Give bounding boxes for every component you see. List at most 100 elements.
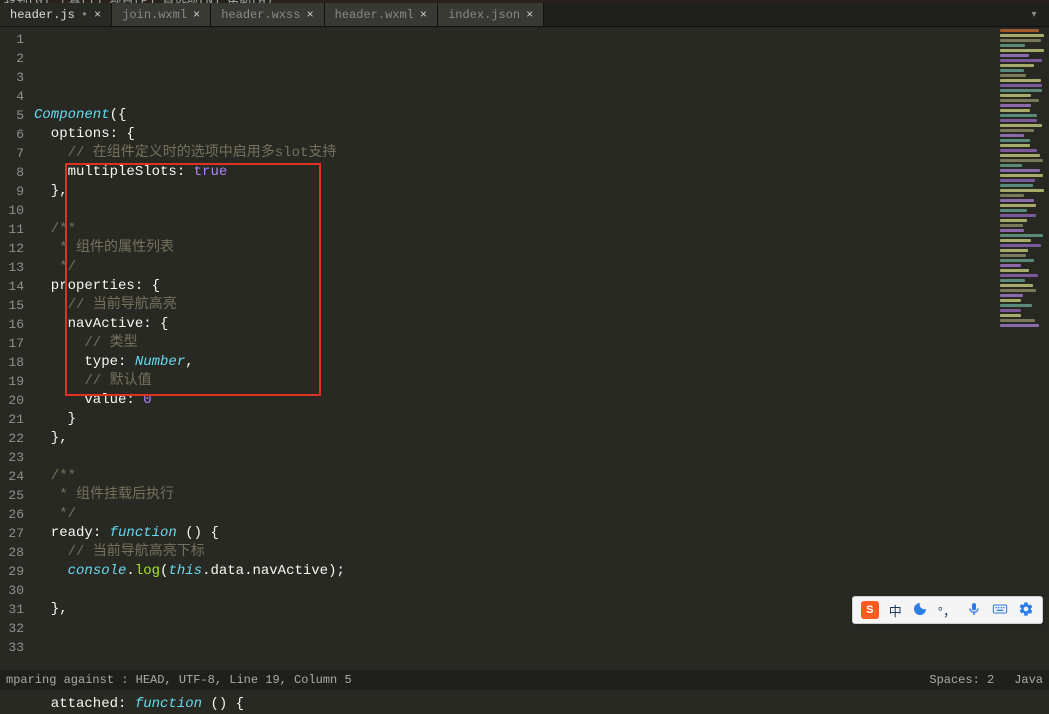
code-line[interactable]: * 组件挂载后执行 bbox=[34, 486, 994, 505]
line-number[interactable]: 7 bbox=[0, 144, 24, 163]
line-number[interactable]: 19 bbox=[0, 372, 24, 391]
line-number[interactable]: 22 bbox=[0, 429, 24, 448]
code-line[interactable]: properties: { bbox=[34, 277, 994, 296]
tab-header-wxss[interactable]: header.wxss× bbox=[211, 3, 324, 26]
line-number[interactable]: 28 bbox=[0, 543, 24, 562]
minimap-line bbox=[1000, 189, 1044, 192]
code-line[interactable] bbox=[34, 448, 994, 467]
tab-join-wxml[interactable]: join.wxml× bbox=[112, 3, 211, 26]
status-language[interactable]: Java bbox=[1014, 673, 1043, 687]
ime-lang-indicator[interactable]: 中 bbox=[889, 601, 902, 620]
tab-header-wxml[interactable]: header.wxml× bbox=[325, 3, 438, 26]
code-line[interactable] bbox=[34, 638, 994, 657]
close-icon[interactable]: × bbox=[526, 8, 533, 22]
minimap-line bbox=[1000, 219, 1027, 222]
code-line[interactable]: // 类型 bbox=[34, 334, 994, 353]
line-number[interactable]: 18 bbox=[0, 353, 24, 372]
line-number[interactable]: 3 bbox=[0, 68, 24, 87]
dirty-dot-icon: • bbox=[81, 8, 88, 22]
line-number[interactable]: 17 bbox=[0, 334, 24, 353]
code-line[interactable]: multipleSlots: true bbox=[34, 163, 994, 182]
line-number[interactable]: 25 bbox=[0, 486, 24, 505]
line-number[interactable]: 30 bbox=[0, 581, 24, 600]
code-line[interactable]: }, bbox=[34, 429, 994, 448]
line-number[interactable]: 26 bbox=[0, 505, 24, 524]
ime-toolbar[interactable]: S 中 °， bbox=[852, 596, 1043, 624]
code-line[interactable] bbox=[34, 87, 994, 106]
close-icon[interactable]: × bbox=[94, 8, 101, 22]
code-line[interactable] bbox=[34, 201, 994, 220]
minimap-line bbox=[1000, 114, 1037, 117]
line-number[interactable]: 4 bbox=[0, 87, 24, 106]
minimap-line bbox=[1000, 119, 1037, 122]
code-line[interactable]: }, bbox=[34, 600, 994, 619]
line-number[interactable]: 11 bbox=[0, 220, 24, 239]
line-number[interactable]: 33 bbox=[0, 638, 24, 657]
close-icon[interactable]: × bbox=[193, 8, 200, 22]
tab-overflow-button[interactable]: ▾ bbox=[1019, 3, 1049, 26]
code-line[interactable]: * 组件的属性列表 bbox=[34, 239, 994, 258]
line-number[interactable]: 15 bbox=[0, 296, 24, 315]
minimap-line bbox=[1000, 244, 1041, 247]
code-line[interactable]: // 在组件定义时的选项中启用多slot支持 bbox=[34, 144, 994, 163]
tab-index-json[interactable]: index.json× bbox=[438, 3, 544, 26]
line-number[interactable]: 1 bbox=[0, 30, 24, 49]
line-number[interactable]: 10 bbox=[0, 201, 24, 220]
line-number[interactable]: 14 bbox=[0, 277, 24, 296]
code-line[interactable]: // 当前导航高亮下标 bbox=[34, 543, 994, 562]
status-left[interactable]: mparing against : HEAD, UTF-8, Line 19, … bbox=[6, 673, 352, 687]
moon-icon[interactable] bbox=[912, 601, 928, 620]
status-indent[interactable]: Spaces: 2 bbox=[929, 673, 994, 687]
code-line[interactable]: } bbox=[34, 410, 994, 429]
close-icon[interactable]: × bbox=[420, 8, 427, 22]
line-number[interactable]: 24 bbox=[0, 467, 24, 486]
code-line[interactable]: // 当前导航高亮 bbox=[34, 296, 994, 315]
bullet-comma-icon[interactable]: °， bbox=[938, 601, 956, 620]
code-line[interactable]: type: Number, bbox=[34, 353, 994, 372]
code-line[interactable]: */ bbox=[34, 505, 994, 524]
minimap-line bbox=[1000, 259, 1034, 262]
code-line[interactable]: */ bbox=[34, 258, 994, 277]
line-number[interactable]: 8 bbox=[0, 163, 24, 182]
code-line[interactable]: // 默认值 bbox=[34, 372, 994, 391]
line-number[interactable]: 27 bbox=[0, 524, 24, 543]
line-number[interactable]: 32 bbox=[0, 619, 24, 638]
mic-icon[interactable] bbox=[966, 601, 982, 620]
line-number[interactable]: 20 bbox=[0, 391, 24, 410]
line-number-gutter[interactable]: 1234567891011121314151617181920212223242… bbox=[0, 27, 34, 667]
code-line[interactable]: console.log(this.data.navActive); bbox=[34, 562, 994, 581]
line-number[interactable]: 9 bbox=[0, 182, 24, 201]
line-number[interactable]: 21 bbox=[0, 410, 24, 429]
code-line[interactable]: /** bbox=[34, 220, 994, 239]
code-line[interactable]: value: 0 bbox=[34, 391, 994, 410]
line-number[interactable]: 6 bbox=[0, 125, 24, 144]
code-line[interactable]: attached: function () { bbox=[34, 695, 994, 714]
line-number[interactable]: 23 bbox=[0, 448, 24, 467]
minimap-line bbox=[1000, 309, 1021, 312]
code-line[interactable]: navActive: { bbox=[34, 315, 994, 334]
minimap-line bbox=[1000, 194, 1024, 197]
line-number[interactable]: 16 bbox=[0, 315, 24, 334]
code-line[interactable] bbox=[34, 619, 994, 638]
code-line[interactable]: ready: function () { bbox=[34, 524, 994, 543]
line-number[interactable]: 12 bbox=[0, 239, 24, 258]
sogou-logo-icon[interactable]: S bbox=[861, 601, 879, 619]
line-number[interactable]: 5 bbox=[0, 106, 24, 125]
minimap[interactable] bbox=[994, 27, 1049, 667]
minimap-line bbox=[1000, 214, 1036, 217]
close-icon[interactable]: × bbox=[306, 8, 313, 22]
code-line[interactable]: options: { bbox=[34, 125, 994, 144]
minimap-line bbox=[1000, 69, 1024, 72]
code-line[interactable] bbox=[34, 581, 994, 600]
code-content[interactable]: Component({ options: { // 在组件定义时的选项中启用多s… bbox=[34, 27, 994, 667]
code-line[interactable]: }, bbox=[34, 182, 994, 201]
keyboard-icon[interactable] bbox=[992, 601, 1008, 620]
line-number[interactable]: 29 bbox=[0, 562, 24, 581]
gear-icon[interactable] bbox=[1018, 601, 1034, 620]
tab-header-js[interactable]: header.js•× bbox=[0, 3, 112, 26]
code-line[interactable]: Component({ bbox=[34, 106, 994, 125]
line-number[interactable]: 31 bbox=[0, 600, 24, 619]
code-line[interactable]: /** bbox=[34, 467, 994, 486]
line-number[interactable]: 13 bbox=[0, 258, 24, 277]
line-number[interactable]: 2 bbox=[0, 49, 24, 68]
